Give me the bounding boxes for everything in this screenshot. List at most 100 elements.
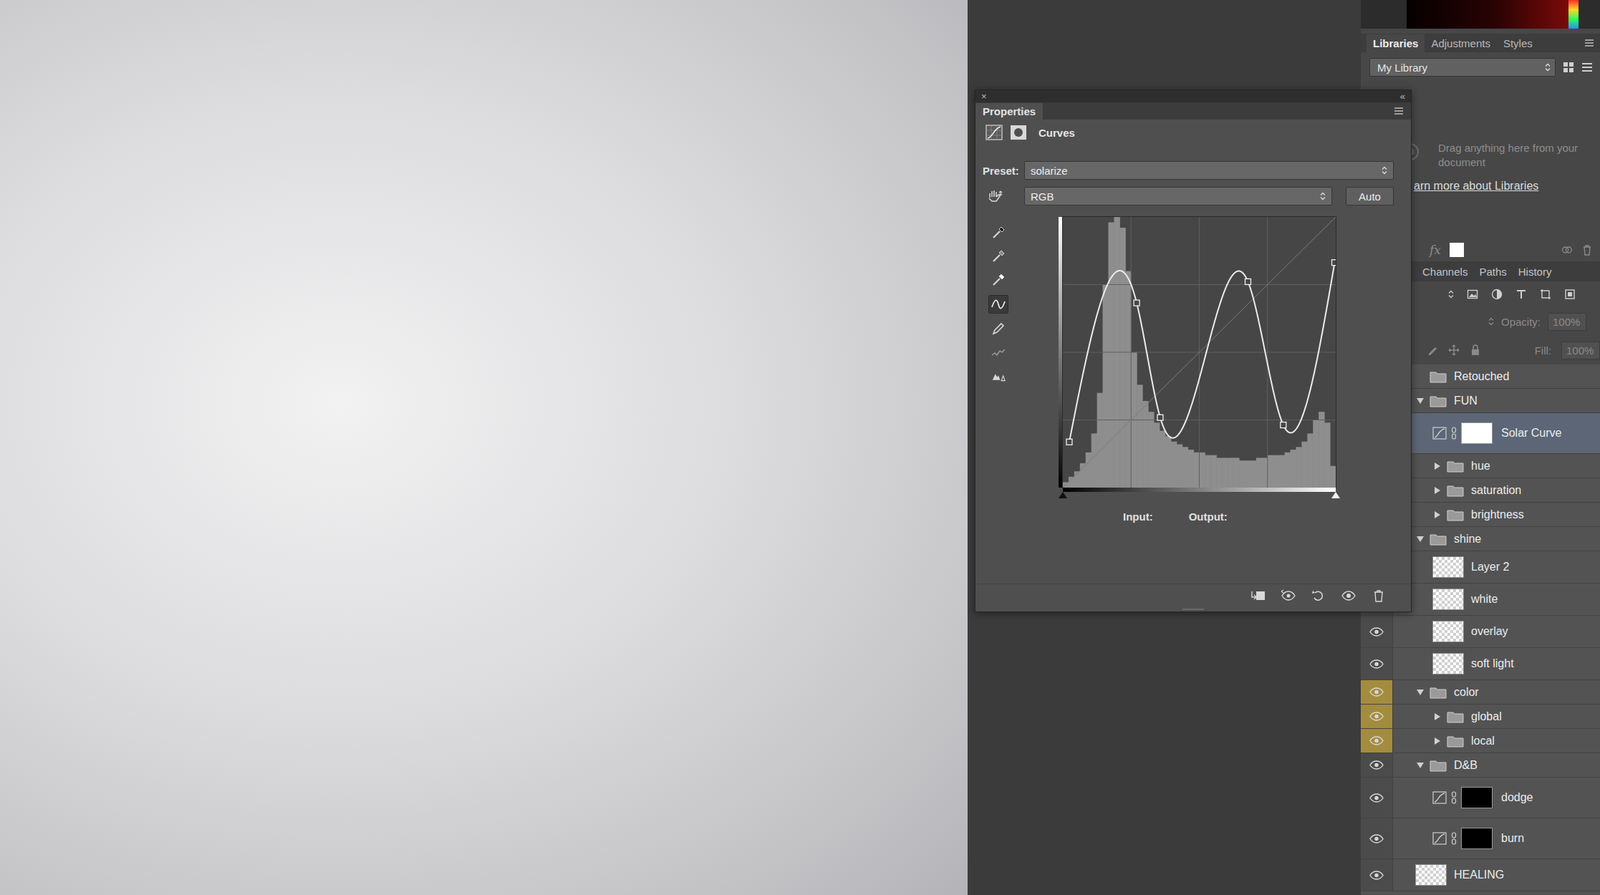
pixel-filter-icon[interactable] [1466,288,1479,301]
blend-mode-arrow-icon[interactable] [1488,317,1495,326]
lock-pixels-icon[interactable] [1426,344,1439,356]
reset-icon[interactable] [1310,589,1327,603]
preset-dropdown[interactable]: solarize [1024,161,1394,180]
type-filter-icon[interactable] [1515,288,1527,301]
opacity-field[interactable]: 100% [1547,312,1587,331]
channel-dropdown[interactable]: RGB [1024,186,1333,206]
mask-swatch[interactable] [1449,242,1464,258]
properties-panel[interactable]: × « Properties Curves Preset: solarize R… [974,89,1412,613]
curves-graph[interactable] [1062,217,1336,488]
expand-triangle-icon[interactable] [1434,737,1441,745]
mask-icon[interactable] [1009,124,1028,141]
layer-thumbnail[interactable] [1432,556,1464,578]
grid-view-icon[interactable] [1562,61,1575,74]
library-dropdown[interactable]: My Library [1369,58,1556,77]
properties-tab[interactable]: Properties [975,103,1043,120]
curve-point[interactable] [1244,278,1251,285]
visibility-icon[interactable] [1340,589,1357,603]
eye-icon[interactable] [1369,711,1384,722]
layer-thumbnail[interactable] [1415,864,1447,886]
lock-position-icon[interactable] [1448,344,1460,356]
curves-icon[interactable] [985,124,1003,141]
layer-row[interactable]: local [1360,729,1600,754]
chain-link-icon[interactable] [1451,426,1457,440]
layer-row[interactable]: soft light [1360,648,1600,681]
fill-field[interactable]: 100% [1561,341,1600,360]
lock-all-icon[interactable] [1469,344,1482,356]
panel-title-bar[interactable]: × « [975,90,1411,103]
document-canvas[interactable] [0,0,968,895]
curve-tool[interactable] [988,295,1009,314]
curve-tool[interactable] [989,320,1008,338]
curve-point[interactable] [1157,414,1164,421]
layer-row[interactable]: overlay [1360,615,1600,649]
layer-row[interactable]: color [1360,680,1600,705]
visibility-cell[interactable] [1360,818,1394,859]
visibility-cell[interactable] [1360,680,1394,705]
visibility-cell[interactable] [1360,859,1394,891]
layer-row[interactable]: D&B [1360,753,1600,778]
eye-icon[interactable] [1369,627,1384,637]
curve-tool[interactable] [989,367,1008,385]
visibility-cell[interactable] [1360,648,1394,680]
on-image-adjust-icon[interactable] [986,189,1005,204]
filter-kind-arrow-icon[interactable] [1448,290,1454,299]
collapse-triangle-icon[interactable] [1416,689,1424,696]
layer-row[interactable]: dodge [1360,777,1600,819]
white-point-slider[interactable] [1331,492,1341,499]
collapse-button[interactable]: « [1400,90,1406,103]
curve-point[interactable] [1280,422,1287,429]
curve-tool[interactable] [989,271,1008,289]
chain-link-icon[interactable] [1451,832,1457,846]
layer-thumbnail[interactable] [1432,588,1464,611]
curve-point[interactable] [1066,439,1073,445]
layer-thumbnail[interactable] [1432,653,1464,675]
eye-icon[interactable] [1369,760,1384,770]
eye-icon[interactable] [1369,659,1384,669]
curve-point[interactable] [1133,300,1140,306]
adjustment-filter-icon[interactable] [1491,288,1503,301]
collapse-triangle-icon[interactable] [1416,536,1424,543]
panel-tab[interactable]: Styles [1496,34,1540,53]
layer-thumbnail[interactable] [1432,620,1464,643]
visibility-cell[interactable] [1360,777,1394,818]
expand-triangle-icon[interactable] [1434,487,1441,495]
eye-icon[interactable] [1369,834,1384,844]
list-view-icon[interactable] [1581,61,1593,74]
eye-icon[interactable] [1369,736,1384,746]
expand-triangle-icon[interactable] [1434,462,1441,470]
panel-tab[interactable]: Channels [1416,262,1474,281]
layer-mask-thumbnail[interactable] [1461,827,1493,850]
layer-row[interactable]: global [1360,704,1600,730]
eye-icon[interactable] [1369,687,1384,697]
fx-label[interactable]: fx [1429,242,1442,258]
layer-row[interactable]: burn [1360,818,1600,860]
eye-icon[interactable] [1369,793,1384,803]
color-picker-strip[interactable] [1360,0,1600,29]
view-previous-icon[interactable] [1280,589,1297,603]
collapse-triangle-icon[interactable] [1416,398,1424,404]
curve-tool[interactable] [989,343,1008,361]
clip-to-layer-icon[interactable] [1250,589,1267,603]
smart-object-filter-icon[interactable] [1564,288,1576,301]
trash-icon[interactable] [1581,244,1593,256]
panel-tab[interactable]: Libraries [1366,34,1425,53]
trash-icon[interactable] [1370,589,1387,603]
curve-tool[interactable] [989,224,1008,242]
collapse-triangle-icon[interactable] [1416,762,1424,769]
shape-filter-icon[interactable] [1539,288,1552,301]
curve-point[interactable] [1332,259,1336,266]
visibility-cell[interactable] [1360,704,1394,729]
layer-mask-thumbnail[interactable] [1461,787,1493,809]
auto-button[interactable]: Auto [1345,186,1394,206]
close-button[interactable]: × [981,90,987,103]
visibility-cell[interactable] [1360,615,1394,648]
panel-tab[interactable]: Adjustments [1424,34,1497,53]
chain-link-icon[interactable] [1451,791,1457,805]
resize-grip[interactable] [975,607,1411,612]
link-icon[interactable] [1561,244,1573,256]
layer-mask-thumbnail[interactable] [1461,422,1493,445]
panel-menu-icon[interactable] [1393,106,1404,116]
expand-triangle-icon[interactable] [1434,713,1441,721]
panel-tab[interactable]: Paths [1473,262,1512,281]
